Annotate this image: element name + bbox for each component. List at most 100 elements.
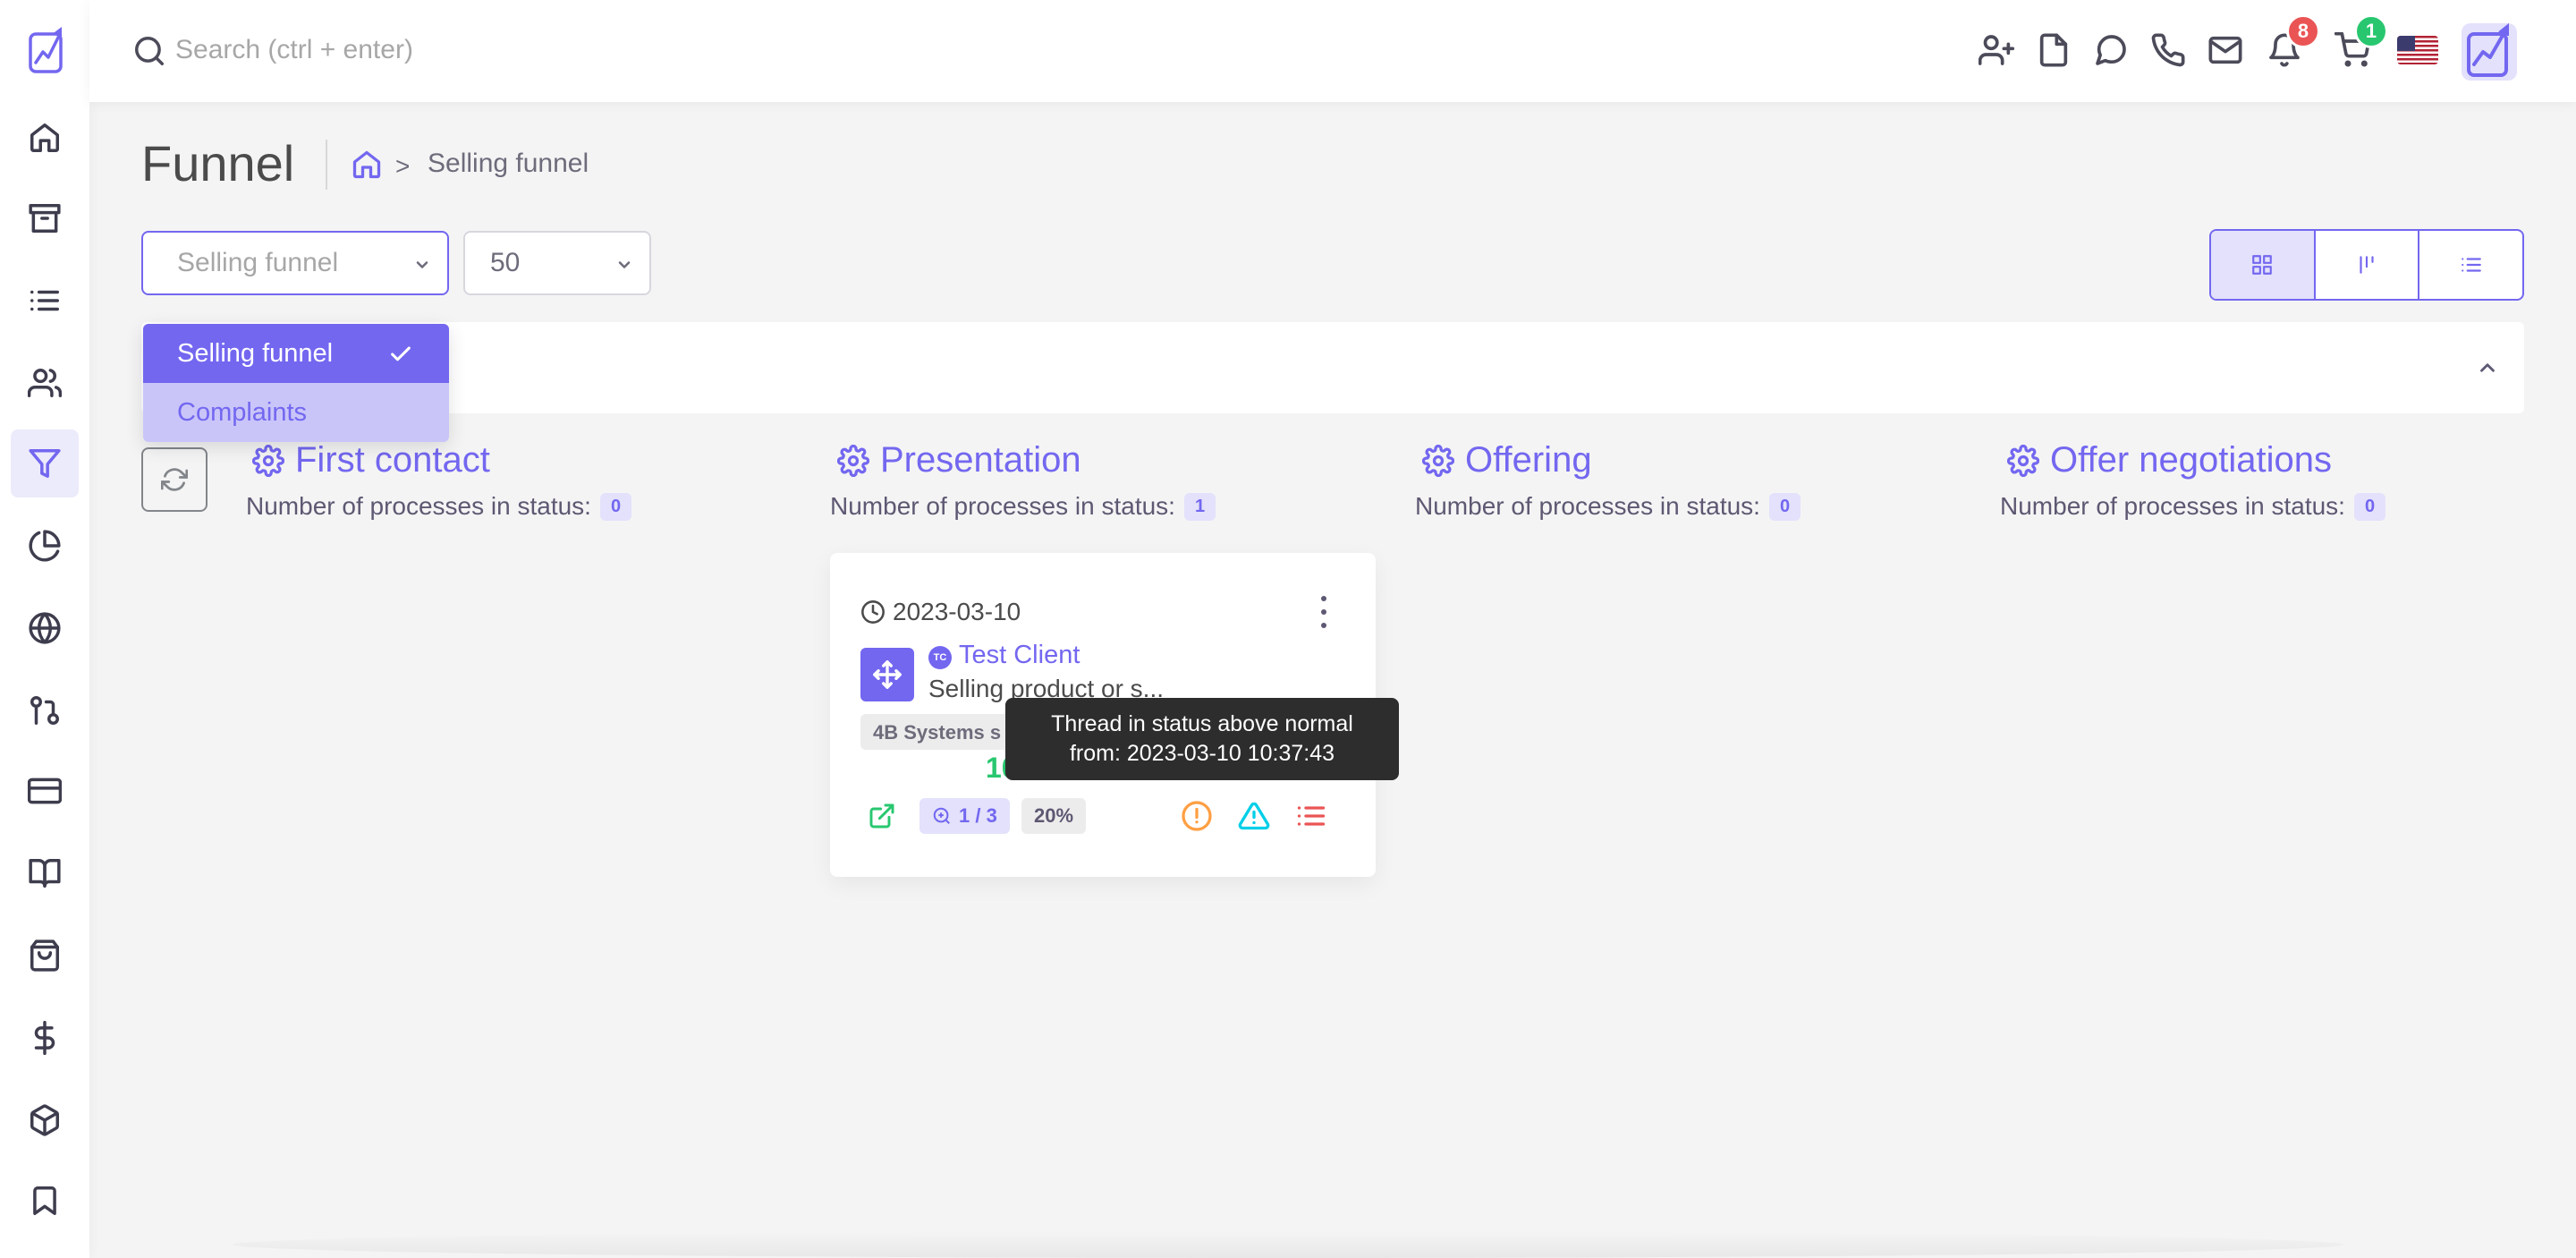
mail-button[interactable] — [2206, 30, 2245, 70]
globe-icon — [29, 612, 61, 644]
nav-reports[interactable] — [11, 512, 79, 580]
title-divider — [326, 140, 327, 190]
page-title: Funnel — [141, 135, 295, 191]
search-input[interactable] — [175, 27, 801, 73]
book-open-icon — [29, 859, 61, 888]
alert-circle-icon[interactable] — [1181, 800, 1213, 832]
bookmark-icon — [33, 1186, 56, 1215]
column-title: First contact — [295, 440, 490, 480]
column-title: Offer negotiations — [2050, 440, 2333, 480]
settings-icon[interactable] — [837, 444, 869, 477]
users-icon — [28, 369, 62, 397]
git-pull-request-icon — [30, 696, 59, 725]
home-icon — [30, 123, 59, 152]
bottom-shadow — [233, 1231, 2343, 1258]
mail-icon — [2208, 36, 2242, 64]
nav-archive[interactable] — [11, 184, 79, 252]
app-logo-icon[interactable] — [27, 25, 66, 75]
column-title: Presentation — [880, 440, 1081, 480]
funnel-select[interactable]: Selling funnel — [141, 231, 449, 295]
settings-icon[interactable] — [2007, 444, 2039, 477]
nav-users[interactable] — [11, 349, 79, 417]
column-first-contact-header: First contact — [252, 440, 490, 480]
column-presentation-header: Presentation — [837, 440, 1081, 480]
nav-bookmarks[interactable] — [11, 1167, 79, 1235]
nav-shop[interactable] — [11, 922, 79, 990]
count-label: Number of processes in status: — [2000, 492, 2345, 520]
column-offer-negotiations-count: Number of processes in status: 0 — [2000, 492, 2386, 521]
clock-icon — [861, 600, 885, 624]
chat-button[interactable] — [2091, 30, 2131, 70]
nav-web[interactable] — [11, 594, 79, 662]
dropdown-option-label: Complaints — [177, 397, 308, 427]
box-icon — [30, 1104, 59, 1136]
column-first-contact-count: Number of processes in status: 0 — [246, 492, 632, 521]
status-tooltip: Thread in status above normal from: 2023… — [1005, 698, 1399, 780]
file-icon — [2039, 33, 2068, 67]
task-list-icon[interactable] — [1295, 800, 1327, 832]
refresh-button[interactable] — [141, 447, 208, 512]
count-label: Number of processes in status: — [830, 492, 1175, 520]
funnel-dropdown-menu: Selling funnel Complaints — [143, 324, 449, 442]
documents-button[interactable] — [2034, 30, 2073, 70]
nav-finance[interactable] — [11, 1004, 79, 1072]
card-more-menu-icon[interactable] — [1318, 596, 1329, 628]
probability-badge: 20% — [1021, 798, 1087, 834]
nav-home[interactable] — [11, 104, 79, 172]
column-offering-count: Number of processes in status: 0 — [1415, 492, 1801, 521]
settings-icon[interactable] — [252, 444, 284, 477]
page-size-select[interactable]: 50 — [463, 231, 651, 295]
breadcrumb-home-icon[interactable] — [351, 149, 383, 181]
nav-products[interactable] — [11, 1086, 79, 1154]
kanban-icon — [2360, 256, 2374, 274]
cart-button[interactable]: 1 — [2333, 14, 2388, 70]
alert-triangle-icon[interactable] — [1238, 800, 1270, 832]
top-header: 8 1 — [89, 0, 2576, 102]
nav-funnel[interactable] — [11, 429, 79, 497]
notifications-button[interactable]: 8 — [2265, 14, 2320, 70]
chevron-up-icon[interactable] — [2476, 356, 2499, 379]
count-badge: 0 — [1768, 492, 1801, 521]
settings-icon[interactable] — [1422, 444, 1454, 477]
nav-processes[interactable] — [11, 676, 79, 744]
chevron-down-icon — [618, 261, 631, 268]
breadcrumb-separator: > — [395, 152, 411, 180]
count-badge: 0 — [2353, 492, 2386, 521]
dropdown-option-complaints[interactable]: Complaints — [143, 383, 449, 442]
view-toggle-group — [2209, 229, 2524, 301]
external-link-icon[interactable] — [868, 802, 896, 830]
user-plus-icon — [1979, 35, 2014, 65]
dollar-sign-icon — [34, 1021, 55, 1055]
phone-icon — [2151, 33, 2185, 67]
shopping-bag-icon — [30, 939, 59, 972]
search-icon — [135, 37, 164, 65]
user-avatar-icon[interactable] — [2460, 18, 2519, 82]
phone-button[interactable] — [2148, 30, 2188, 70]
view-grid-button[interactable] — [2211, 231, 2316, 299]
refresh-icon — [161, 468, 188, 491]
drag-handle[interactable] — [860, 648, 914, 701]
zoom-in-icon — [933, 807, 950, 824]
count-label: Number of processes in status: — [1415, 492, 1760, 520]
column-title: Offering — [1465, 440, 1592, 480]
chevron-down-icon — [416, 261, 428, 268]
funnel-select-value: Selling funnel — [177, 248, 339, 277]
nav-payments[interactable] — [11, 757, 79, 825]
stage-progress-badge[interactable]: 1 / 3 — [919, 798, 1010, 834]
tooltip-line-1: Thread in status above normal — [1051, 711, 1353, 736]
view-kanban-button[interactable] — [2316, 231, 2420, 299]
tooltip-line-2: from: 2023-03-10 10:37:43 — [1069, 741, 1335, 766]
pie-chart-icon — [29, 530, 61, 562]
nav-knowledge[interactable] — [11, 839, 79, 907]
view-list-button[interactable] — [2419, 231, 2522, 299]
nav-list[interactable] — [11, 267, 79, 335]
cart-count-badge: 1 — [2354, 14, 2388, 48]
us-flag-icon[interactable] — [2397, 36, 2438, 64]
count-badge: 1 — [1183, 492, 1216, 521]
client-name-link[interactable]: Test Client — [959, 641, 1080, 670]
stage-progress-value: 1 / 3 — [959, 804, 997, 827]
count-label: Number of processes in status: — [246, 492, 591, 520]
archive-icon — [29, 204, 61, 233]
dropdown-option-selling-funnel[interactable]: Selling funnel — [143, 324, 449, 383]
add-user-button[interactable] — [1977, 30, 2016, 70]
